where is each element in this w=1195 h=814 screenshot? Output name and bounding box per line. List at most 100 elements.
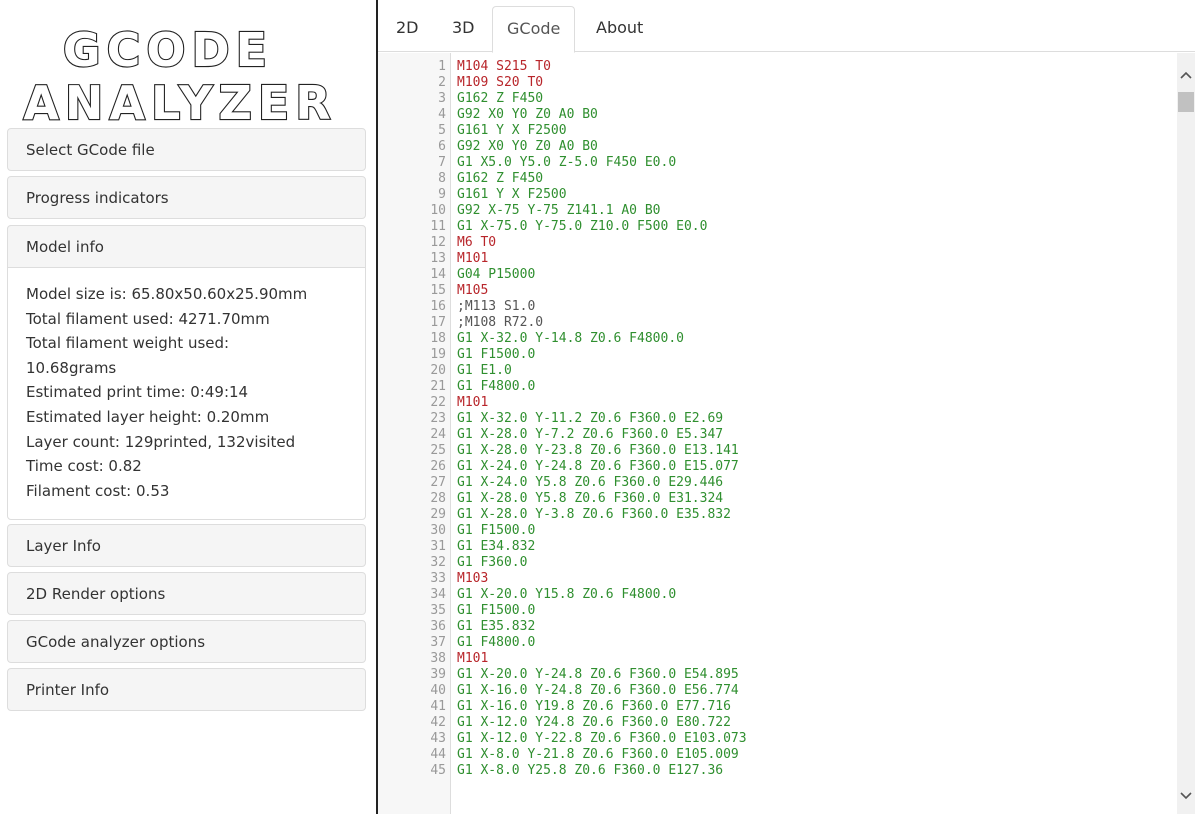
code-line: 27 G1 X-24.0 Y5.8 Z0.6 F360.0 E29.446 [378, 475, 1177, 491]
code-text: G1 F1500.0 [457, 347, 536, 362]
code-text: G1 X-28.0 Y-3.8 Z0.6 F360.0 E35.832 [457, 507, 731, 522]
line-number: 37 [430, 635, 446, 650]
code-text: ;M108 R72.0 [457, 315, 544, 330]
code-text: G1 X-28.0 Y5.8 Z0.6 F360.0 E31.324 [457, 491, 724, 506]
code-line: 10 G92 X-75 Y-75 Z141.1 A0 B0 [378, 203, 1177, 219]
code-line: 38 M101 [378, 651, 1177, 667]
gcode-lines: 1 M104 S215 T0 2 M109 S20 T0 3 G162 Z F450 4 G9… [378, 59, 1177, 779]
line-number: 6 [438, 139, 446, 154]
code-line: 4 G92 X0 Y0 Z0 A0 B0 [378, 107, 1177, 123]
panel-gcode-analyzer-options[interactable]: GCode analyzer options [7, 620, 366, 663]
code-text: G1 F1500.0 [457, 603, 536, 618]
code-line: 15 M105 [378, 283, 1177, 299]
panel-2d-render-options[interactable]: 2D Render options [7, 572, 366, 615]
panel-progress-indicators[interactable]: Progress indicators [7, 176, 366, 219]
line-number: 25 [430, 443, 446, 458]
code-text: G1 X-20.0 Y-24.8 Z0.6 F360.0 E54.895 [457, 667, 739, 682]
panel-label: 2D Render options [26, 585, 166, 603]
code-line: 43 G1 X-12.0 Y-22.8 Z0.6 F360.0 E103.073 [378, 731, 1177, 747]
scroll-down-icon[interactable] [1177, 786, 1195, 804]
code-text: G92 X-75 Y-75 Z141.1 A0 B0 [457, 203, 661, 218]
code-line: 2 M109 S20 T0 [378, 75, 1177, 91]
code-text: M109 S20 T0 [457, 75, 544, 90]
line-number: 44 [430, 747, 446, 762]
line-number: 22 [430, 395, 446, 410]
tab-3d[interactable]: 3D [438, 6, 489, 52]
estimated-print-time: Estimated print time: 0:49:14 [26, 383, 249, 402]
panel-model-info-header[interactable]: Model info [7, 225, 366, 268]
code-text: G1 X-12.0 Y24.8 Z0.6 F360.0 E80.722 [457, 715, 731, 730]
code-text: G161 Y X F2500 [457, 187, 567, 202]
panel-layer-info[interactable]: Layer Info [7, 524, 366, 567]
line-number: 45 [430, 763, 446, 778]
scrollbar-thumb[interactable] [1178, 92, 1194, 112]
panel-printer-info[interactable]: Printer Info [7, 668, 366, 711]
line-number: 20 [430, 363, 446, 378]
code-text: G1 X-16.0 Y19.8 Z0.6 F360.0 E77.716 [457, 699, 731, 714]
code-text: G162 Z F450 [457, 91, 544, 106]
code-text: G1 X-75.0 Y-75.0 Z10.0 F500 E0.0 [457, 219, 708, 234]
code-text: G1 X-12.0 Y-22.8 Z0.6 F360.0 E103.073 [457, 731, 747, 746]
line-number: 33 [430, 571, 446, 586]
logo-line-2: ANALYZER [23, 76, 336, 124]
line-number: 31 [430, 539, 446, 554]
tab-about[interactable]: About [582, 6, 657, 52]
model-size: Model size is: 65.80x50.60x25.90mm [26, 285, 308, 303]
panel-model-info: Model info Model size is: 65.80x50.60x25… [7, 225, 366, 520]
code-line: 40 G1 X-16.0 Y-24.8 Z0.6 F360.0 E56.774 [378, 683, 1177, 699]
code-line: 24 G1 X-28.0 Y-7.2 Z0.6 F360.0 E5.347 [378, 427, 1177, 443]
code-text: G1 X-28.0 Y-23.8 Z0.6 F360.0 E13.141 [457, 443, 739, 458]
tab-2d[interactable]: 2D [382, 6, 433, 52]
code-text: G1 X-8.0 Y-21.8 Z0.6 F360.0 E105.009 [457, 747, 739, 762]
model-info-body: Model size is: 65.80x50.60x25.90mm Total… [8, 269, 365, 503]
code-line: 44 G1 X-8.0 Y-21.8 Z0.6 F360.0 E105.009 [378, 747, 1177, 763]
code-line: 42 G1 X-12.0 Y24.8 Z0.6 F360.0 E80.722 [378, 715, 1177, 731]
code-line: 1 M104 S215 T0 [378, 59, 1177, 75]
line-number: 4 [438, 107, 446, 122]
code-line: 20 G1 E1.0 [378, 363, 1177, 379]
code-text: G1 X-20.0 Y15.8 Z0.6 F4800.0 [457, 587, 677, 602]
line-number: 16 [430, 299, 446, 314]
line-number: 40 [430, 683, 446, 698]
code-text: M105 [457, 283, 489, 298]
line-number: 13 [430, 251, 446, 266]
line-number: 27 [430, 475, 446, 490]
line-number: 35 [430, 603, 446, 618]
scroll-up-icon[interactable] [1177, 67, 1195, 85]
code-text: G04 P15000 [457, 267, 536, 282]
code-text: G1 X-32.0 Y-11.2 Z0.6 F360.0 E2.69 [457, 411, 724, 426]
code-line: 16 ;M113 S1.0 [378, 299, 1177, 315]
line-number: 23 [430, 411, 446, 426]
code-line: 35 G1 F1500.0 [378, 603, 1177, 619]
code-line: 39 G1 X-20.0 Y-24.8 Z0.6 F360.0 E54.895 [378, 667, 1177, 683]
code-text: G1 F4800.0 [457, 379, 536, 394]
code-line: 41 G1 X-16.0 Y19.8 Z0.6 F360.0 E77.716 [378, 699, 1177, 715]
line-number: 28 [430, 491, 446, 506]
line-number: 36 [430, 619, 446, 634]
line-number: 1 [438, 59, 446, 74]
logo-line-1: GCODE [63, 23, 273, 77]
code-text: G1 E35.832 [457, 619, 536, 634]
tab-gcode[interactable]: GCode [492, 6, 576, 53]
code-text: ;M113 S1.0 [457, 299, 536, 314]
panel-select-gcode-file[interactable]: Select GCode file [7, 128, 366, 171]
code-text: G1 X-24.0 Y-24.8 Z0.6 F360.0 E15.077 [457, 459, 739, 474]
code-text: G1 X-28.0 Y-7.2 Z0.6 F360.0 E5.347 [457, 427, 724, 442]
code-line: 33 M103 [378, 571, 1177, 587]
gcode-editor[interactable]: 1 M104 S215 T0 2 M109 S20 T0 3 G162 Z F450 4 G9… [378, 53, 1177, 814]
sidebar: GCODE ANALYZER Select GCode file Progres… [0, 0, 375, 814]
code-line: 45 G1 X-8.0 Y25.8 Z0.6 F360.0 E127.36 [378, 763, 1177, 779]
vertical-scrollbar[interactable] [1177, 53, 1195, 814]
panel-label: Model info [26, 238, 104, 256]
line-number: 18 [430, 331, 446, 346]
code-line: 13 M101 [378, 251, 1177, 267]
code-line: 36 G1 E35.832 [378, 619, 1177, 635]
code-text: G1 E34.832 [457, 539, 536, 554]
line-number: 17 [430, 315, 446, 330]
code-line: 37 G1 F4800.0 [378, 635, 1177, 651]
code-text: M101 [457, 251, 489, 266]
line-number: 11 [430, 219, 446, 234]
line-number: 14 [430, 267, 446, 282]
time-cost: Time cost: 0.82 [26, 457, 142, 476]
line-number: 15 [430, 283, 446, 298]
